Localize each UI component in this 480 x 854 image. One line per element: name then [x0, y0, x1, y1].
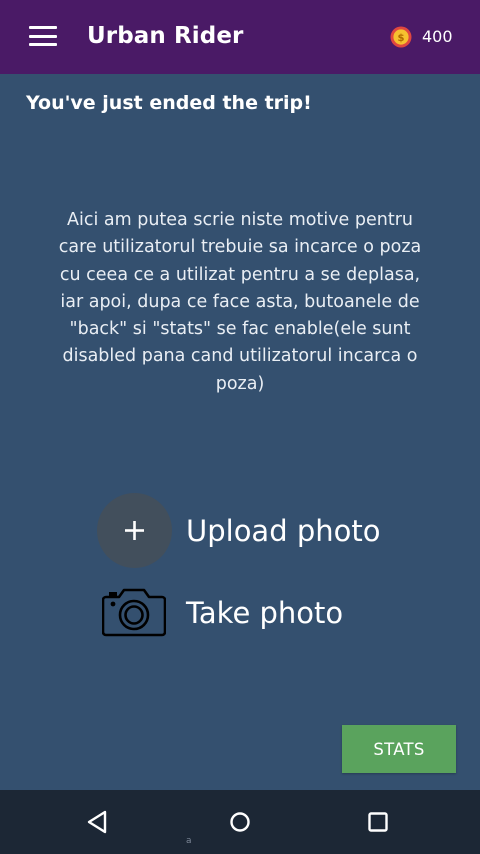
app-bar: Urban Rider $ 400: [0, 0, 480, 74]
menu-icon-line: [29, 34, 57, 38]
coin-count: 400: [422, 27, 453, 46]
upload-circle[interactable]: [97, 493, 172, 568]
svg-text:$: $: [398, 33, 405, 44]
home-circle-icon[interactable]: [229, 810, 251, 834]
menu-icon-line: [29, 43, 57, 46]
plus-icon: [125, 521, 144, 540]
android-navigation-bar: [0, 790, 480, 854]
menu-icon-line: [29, 26, 57, 29]
camera-icon: [102, 588, 166, 637]
nav-hint-text: a: [186, 836, 192, 846]
app-title: Urban Rider: [87, 23, 244, 49]
recent-apps-icon[interactable]: [367, 810, 389, 834]
description-text: Aici am putea scrie niste motive pentru …: [58, 210, 422, 394]
coin-icon: $: [390, 26, 412, 48]
upload-photo-label: Upload photo: [186, 514, 381, 548]
take-photo-label: Take photo: [186, 596, 344, 630]
upload-photo-button[interactable]: Upload photo: [97, 493, 380, 568]
stats-button[interactable]: STATS: [342, 725, 456, 773]
menu-button[interactable]: [29, 26, 57, 46]
back-triangle-icon[interactable]: [86, 810, 108, 834]
page-title: You've just ended the trip!: [26, 92, 312, 114]
